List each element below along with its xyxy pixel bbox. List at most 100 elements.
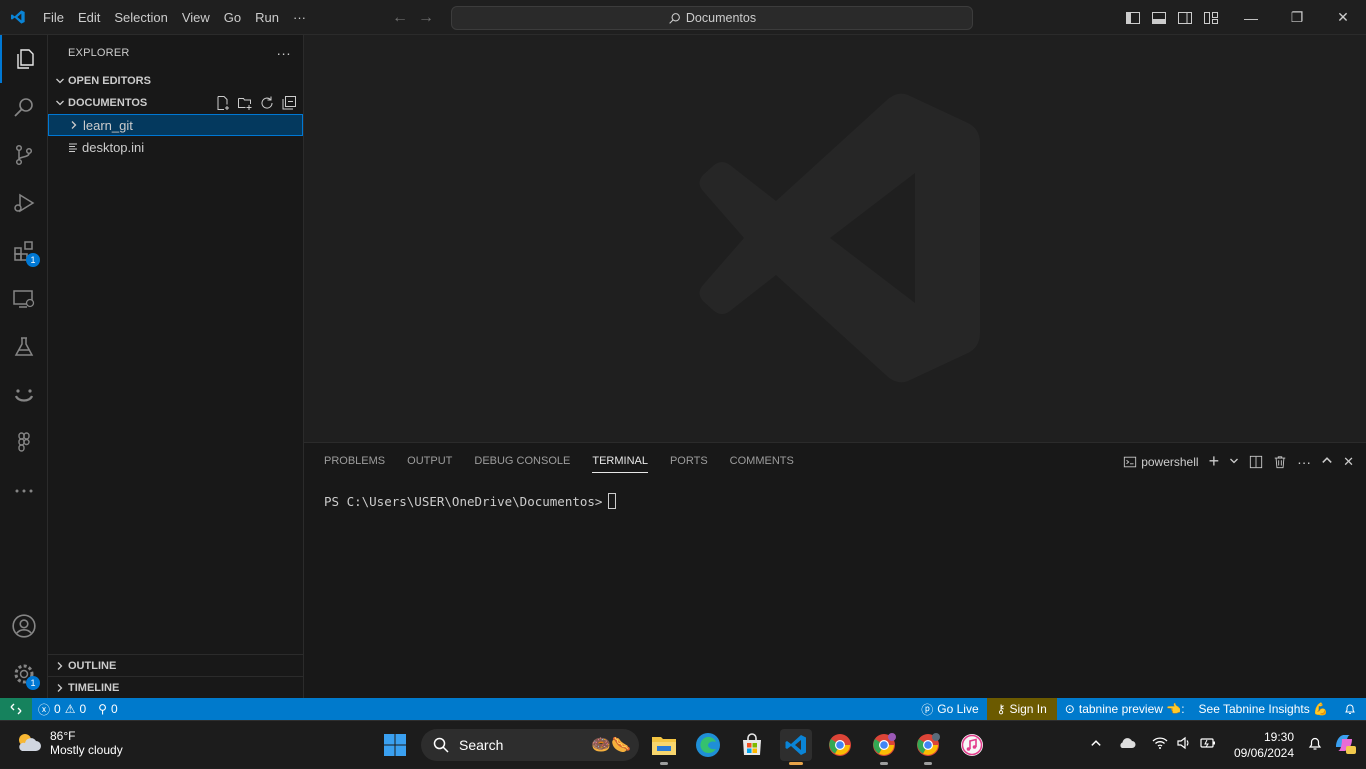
folder-section[interactable]: DOCUMENTOS	[48, 92, 303, 114]
notification-bell-icon[interactable]	[1304, 735, 1332, 756]
forward-arrow-icon[interactable]: →	[418, 9, 434, 27]
shell-name: powershell	[1141, 454, 1199, 469]
search-label: Search	[459, 737, 504, 753]
chrome-icon[interactable]	[824, 729, 856, 761]
accounts-icon[interactable]	[0, 602, 48, 650]
go-live-button[interactable]: ⓟ Go Live	[915, 698, 986, 720]
menu-view[interactable]: View	[175, 0, 217, 35]
tabnine-icon[interactable]	[0, 371, 48, 419]
terminal-output[interactable]: PS C:\Users\USER\OneDrive\Documentos>	[304, 479, 1366, 523]
chrome-profile-2-icon[interactable]	[912, 729, 944, 765]
microsoft-store-icon[interactable]	[736, 729, 768, 761]
terminal-shell-selector[interactable]: powershell	[1123, 454, 1199, 469]
back-arrow-icon[interactable]: ←	[392, 9, 408, 27]
tab-problems[interactable]: PROBLEMS	[316, 443, 393, 479]
chevron-down-icon[interactable]	[1229, 455, 1239, 469]
tree-item-label: learn_git	[83, 117, 133, 133]
volume-icon[interactable]	[1172, 736, 1196, 755]
outline-section[interactable]: OUTLINE	[48, 654, 304, 676]
toggle-secondary-sidebar-icon[interactable]	[1176, 9, 1194, 27]
tabnine-status[interactable]: ⊙ tabnine preview 👈:	[1057, 698, 1191, 720]
trash-icon[interactable]	[1273, 455, 1287, 469]
edge-browser-icon[interactable]	[692, 729, 724, 761]
file-lines-icon	[64, 142, 82, 152]
vscode-taskbar-icon[interactable]	[780, 729, 812, 765]
start-windows-icon[interactable]	[379, 729, 411, 761]
remote-explorer-icon[interactable]	[0, 275, 48, 323]
close-icon[interactable]: ✕	[1320, 0, 1366, 35]
clock[interactable]: 19:30 09/06/2024	[1224, 729, 1304, 761]
warning-icon: ⚠	[64, 702, 76, 716]
tab-ports[interactable]: PORTS	[662, 443, 716, 479]
ports-status[interactable]: ⚲ 0	[92, 698, 123, 720]
menu-selection[interactable]: Selection	[107, 0, 174, 35]
restore-icon[interactable]: ❐	[1274, 0, 1320, 35]
more-actions-icon[interactable]: ···	[1297, 454, 1311, 470]
more-views-icon[interactable]	[0, 467, 48, 515]
toggle-panel-icon[interactable]	[1150, 9, 1168, 27]
new-terminal-plus-icon[interactable]: +	[1209, 451, 1220, 472]
source-control-icon[interactable]	[0, 131, 48, 179]
file-explorer-icon[interactable]	[648, 729, 680, 765]
menu-bar: File Edit Selection View Go Run ···	[36, 0, 313, 35]
itunes-icon[interactable]	[956, 729, 988, 761]
maximize-panel-icon[interactable]	[1321, 454, 1333, 469]
tab-output[interactable]: OUTPUT	[399, 443, 460, 479]
customize-layout-icon[interactable]	[1202, 9, 1220, 27]
tab-terminal[interactable]: TERMINAL	[584, 443, 656, 479]
editor-area	[304, 35, 1366, 442]
open-editors-section[interactable]: OPEN EDITORS	[48, 70, 303, 92]
chevron-up-icon[interactable]	[1082, 736, 1110, 754]
minimize-icon[interactable]: —	[1228, 0, 1274, 35]
broadcast-icon: ⚲	[98, 702, 107, 716]
search-icon[interactable]	[0, 83, 48, 131]
figma-icon[interactable]	[0, 419, 48, 467]
command-center-search[interactable]: Documentos	[451, 6, 973, 30]
clock-time: 19:30	[1263, 730, 1294, 744]
menu-run[interactable]: Run	[248, 0, 286, 35]
weather-condition: Mostly cloudy	[50, 743, 123, 757]
key-icon: ⚷	[996, 702, 1006, 716]
system-tray: 19:30 09/06/2024	[1082, 721, 1366, 769]
problems-status[interactable]: ⓧ 0 ⚠ 0	[32, 698, 92, 720]
tab-debug-console[interactable]: DEBUG CONSOLE	[466, 443, 578, 479]
explorer-more-actions[interactable]: ···	[276, 45, 291, 61]
new-file-icon[interactable]	[215, 95, 231, 111]
menu-more[interactable]: ···	[286, 0, 313, 35]
explorer-sidebar: EXPLORER ··· OPEN EDITORS DOCUMENTOS lea…	[48, 35, 304, 698]
extensions-icon[interactable]: 1	[0, 227, 48, 275]
clock-date: 09/06/2024	[1233, 746, 1294, 760]
collapse-all-icon[interactable]	[281, 95, 297, 111]
onedrive-cloud-icon[interactable]	[1110, 736, 1144, 755]
chrome-profile-icon[interactable]	[868, 729, 900, 765]
menu-file[interactable]: File	[36, 0, 71, 35]
search-icon	[669, 12, 680, 24]
remote-indicator-icon[interactable]	[0, 698, 32, 720]
menu-edit[interactable]: Edit	[71, 0, 107, 35]
cloud-sun-icon	[19, 734, 41, 751]
sign-in-button[interactable]: ⚷ Sign In	[986, 698, 1057, 720]
tab-comments[interactable]: COMMENTS	[722, 443, 802, 479]
run-debug-icon[interactable]	[0, 179, 48, 227]
refresh-icon[interactable]	[259, 95, 275, 111]
manage-gear-icon[interactable]: 1	[0, 650, 48, 698]
copilot-icon[interactable]	[1332, 731, 1366, 760]
close-panel-icon[interactable]: ✕	[1343, 454, 1354, 470]
menu-go[interactable]: Go	[217, 0, 248, 35]
tree-item-desktop-ini[interactable]: desktop.ini	[48, 136, 303, 158]
wifi-icon[interactable]	[1144, 736, 1172, 755]
timeline-section[interactable]: TIMELINE	[48, 676, 304, 698]
testing-icon[interactable]	[0, 323, 48, 371]
toggle-primary-sidebar-icon[interactable]	[1124, 9, 1142, 27]
new-folder-icon[interactable]	[237, 95, 253, 111]
weather-widget[interactable]: 86°F Mostly cloudy	[14, 729, 123, 757]
tree-item-learn-git[interactable]: learn_git	[48, 114, 303, 136]
battery-icon[interactable]	[1196, 736, 1224, 755]
extensions-badge: 1	[26, 253, 40, 267]
tabnine-insights-button[interactable]: See Tabnine Insights 💪	[1191, 698, 1334, 720]
temperature: 86°F	[50, 729, 76, 743]
notifications-bell-icon[interactable]	[1334, 698, 1366, 720]
taskbar-search[interactable]: Search 🍩🌭	[421, 729, 639, 761]
split-terminal-icon[interactable]	[1249, 455, 1263, 469]
explorer-icon[interactable]	[0, 35, 48, 83]
